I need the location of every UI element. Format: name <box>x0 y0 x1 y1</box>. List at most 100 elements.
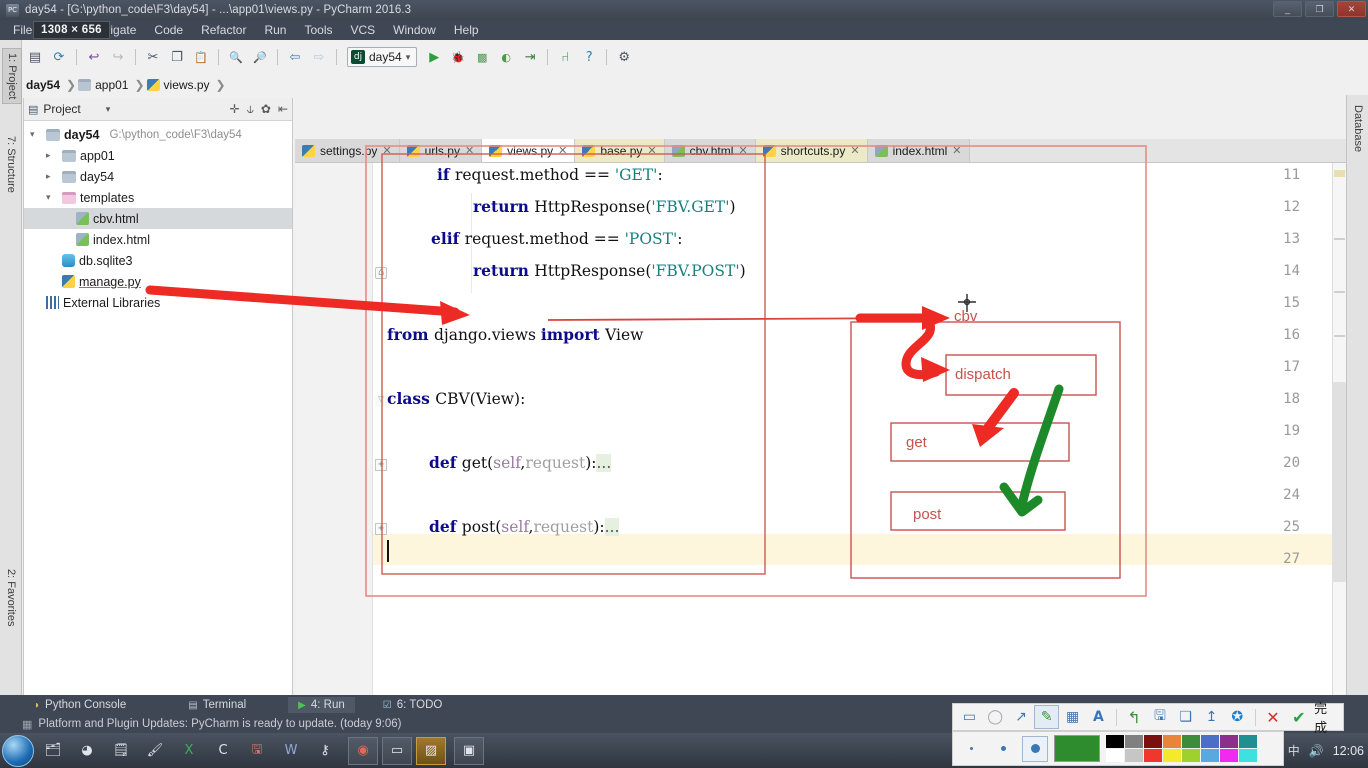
back-icon[interactable]: ⇦ <box>284 46 306 68</box>
tree-node-day54-root[interactable]: ▾ day54 G:\python_code\F3\day54 <box>24 124 292 145</box>
ime-icon[interactable]: 中 <box>1288 742 1300 759</box>
chevron-right-icon[interactable]: ▸ <box>46 151 58 161</box>
tree-node-day54[interactable]: ▸ day54 <box>24 166 292 187</box>
text-tool[interactable]: A <box>1086 705 1111 729</box>
tree-node-db-sqlite3[interactable]: db.sqlite3 <box>24 250 292 271</box>
pycharm-taskbar-icon[interactable]: ▨ <box>416 736 446 765</box>
fold-marker[interactable]: ⌂ <box>375 267 387 279</box>
color-swatch-grid[interactable] <box>1106 735 1257 762</box>
debug-icon[interactable]: 🐞 <box>447 46 469 68</box>
tab-settings-py[interactable]: settings.py ✕ <box>295 139 400 162</box>
menu-vcs[interactable]: VCS <box>341 21 384 39</box>
tree-node-external-libraries[interactable]: External Libraries <box>24 292 292 313</box>
hide-panel-icon[interactable]: ⇤ <box>278 102 288 117</box>
close-icon[interactable]: ✕ <box>850 144 859 157</box>
copy-icon[interactable]: ❐ <box>166 46 188 68</box>
tab-base-py[interactable]: base.py ✕ <box>575 139 665 162</box>
explorer-icon[interactable]: 🗂 <box>38 737 68 765</box>
share-tool[interactable]: ↥ <box>1199 705 1224 729</box>
settings-gear-icon[interactable]: ✿ <box>261 102 271 117</box>
color-swatch[interactable] <box>1182 749 1200 762</box>
chevron-down-icon[interactable]: ▾ <box>46 193 58 203</box>
color-swatch[interactable] <box>1239 735 1257 748</box>
run-icon[interactable]: ▶ <box>423 46 445 68</box>
color-swatch[interactable] <box>1144 735 1162 748</box>
editor-scrollbar-thumb[interactable] <box>1332 382 1346 582</box>
key-app-icon[interactable]: ⚷ <box>310 737 340 765</box>
tree-node-index-html[interactable]: index.html <box>24 229 292 250</box>
help-icon[interactable]: ? <box>578 46 600 68</box>
cut-icon[interactable]: ✂ <box>142 46 164 68</box>
save-all-icon[interactable]: ▤ <box>24 46 46 68</box>
editor-gutter[interactable] <box>295 163 373 725</box>
minimize-button[interactable]: _ <box>1273 1 1302 17</box>
undo-tool[interactable]: ↰ <box>1122 705 1147 729</box>
chrome-icon[interactable]: ◉ <box>348 736 378 765</box>
rectangle-tool[interactable]: ▭ <box>957 705 982 729</box>
capture-done-label[interactable]: 完成 <box>1312 698 1339 736</box>
media-icon[interactable]: ◕ <box>72 737 102 765</box>
ellipse-tool[interactable]: ◯ <box>983 705 1008 729</box>
cancel-tool[interactable]: ✕ <box>1261 705 1286 729</box>
profile-icon[interactable]: ◐ <box>495 46 517 68</box>
save-app-icon[interactable]: 🖫 <box>242 737 272 765</box>
tab-urls-py[interactable]: urls.py ✕ <box>399 139 483 162</box>
color-swatch[interactable] <box>1144 749 1162 762</box>
forward-icon[interactable]: ⇨ <box>308 46 330 68</box>
color-swatch[interactable] <box>1106 735 1124 748</box>
close-icon[interactable]: ✕ <box>558 144 567 157</box>
tree-node-app01[interactable]: ▸ app01 <box>24 145 292 166</box>
cmd-icon[interactable]: ▭ <box>382 736 412 765</box>
fold-marker-expand[interactable]: + <box>375 523 387 535</box>
close-icon[interactable]: ✕ <box>382 144 391 157</box>
current-color-swatch[interactable] <box>1054 735 1100 762</box>
attach-icon[interactable]: ⇥ <box>519 46 541 68</box>
color-swatch[interactable] <box>1125 735 1143 748</box>
redo-icon[interactable]: ↪ <box>107 46 129 68</box>
clang-icon[interactable]: C <box>208 737 238 765</box>
tree-node-templates[interactable]: ▾ templates <box>24 187 292 208</box>
undo-icon[interactable]: ↩ <box>83 46 105 68</box>
color-swatch[interactable] <box>1220 735 1238 748</box>
paint-icon[interactable]: 🖌 <box>140 737 170 765</box>
close-icon[interactable]: ✕ <box>952 144 961 157</box>
color-swatch[interactable] <box>1163 749 1181 762</box>
tab-index-html[interactable]: index.html ✕ <box>867 139 970 162</box>
menu-run[interactable]: Run <box>255 21 295 39</box>
tab-python-console[interactable]: ◗ Python Console <box>24 697 136 713</box>
coverage-icon[interactable]: ▩ <box>471 46 493 68</box>
start-button[interactable] <box>2 734 34 767</box>
settings-icon[interactable]: ⚙ <box>613 46 635 68</box>
sidebar-item-favorites[interactable]: 2: Favorites <box>2 565 20 630</box>
confirm-tool[interactable]: ✔ <box>1286 705 1311 729</box>
copy-tool[interactable]: ❑ <box>1173 705 1198 729</box>
close-icon[interactable]: ✕ <box>647 144 656 157</box>
volume-icon[interactable]: 🔊 <box>1309 744 1324 758</box>
excel-icon[interactable]: X <box>174 737 204 765</box>
restore-button[interactable]: ❐ <box>1305 1 1334 17</box>
tab-cbv-html[interactable]: cbv.html ✕ <box>664 139 756 162</box>
sidebar-item-database[interactable]: Database <box>1349 101 1367 156</box>
taskbar-clock[interactable]: 12:06 <box>1333 744 1364 758</box>
color-swatch[interactable] <box>1163 735 1181 748</box>
color-swatch[interactable] <box>1125 749 1143 762</box>
tab-shortcuts-py[interactable]: shortcuts.py ✕ <box>755 139 868 162</box>
color-swatch[interactable] <box>1220 749 1238 762</box>
capture-app-icon[interactable]: ▣ <box>454 736 484 765</box>
size-medium[interactable] <box>990 736 1016 762</box>
pin-tool[interactable]: ✪ <box>1225 705 1250 729</box>
breadcrumb-item-app01[interactable]: app01 <box>76 78 134 92</box>
save-tool[interactable]: 🖫 <box>1148 705 1173 729</box>
close-icon[interactable]: ✕ <box>465 144 474 157</box>
color-swatch[interactable] <box>1201 749 1219 762</box>
menu-tools[interactable]: Tools <box>295 21 341 39</box>
run-configuration-selector[interactable]: dj day54 ▾ <box>347 47 418 67</box>
sidebar-item-project[interactable]: 1: Project <box>2 48 22 105</box>
tab-todo[interactable]: ☑ 6: TODO <box>373 697 453 713</box>
sidebar-item-structure[interactable]: 7: Structure <box>2 132 20 197</box>
chevron-right-icon[interactable]: ▸ <box>46 172 58 182</box>
fold-marker-class[interactable]: ▽ <box>375 395 387 407</box>
breadcrumb-item-day54[interactable]: day54 <box>24 78 66 92</box>
vcs-update-icon[interactable]: ⑁ <box>554 46 576 68</box>
chevron-down-icon[interactable]: ▾ <box>106 104 111 115</box>
